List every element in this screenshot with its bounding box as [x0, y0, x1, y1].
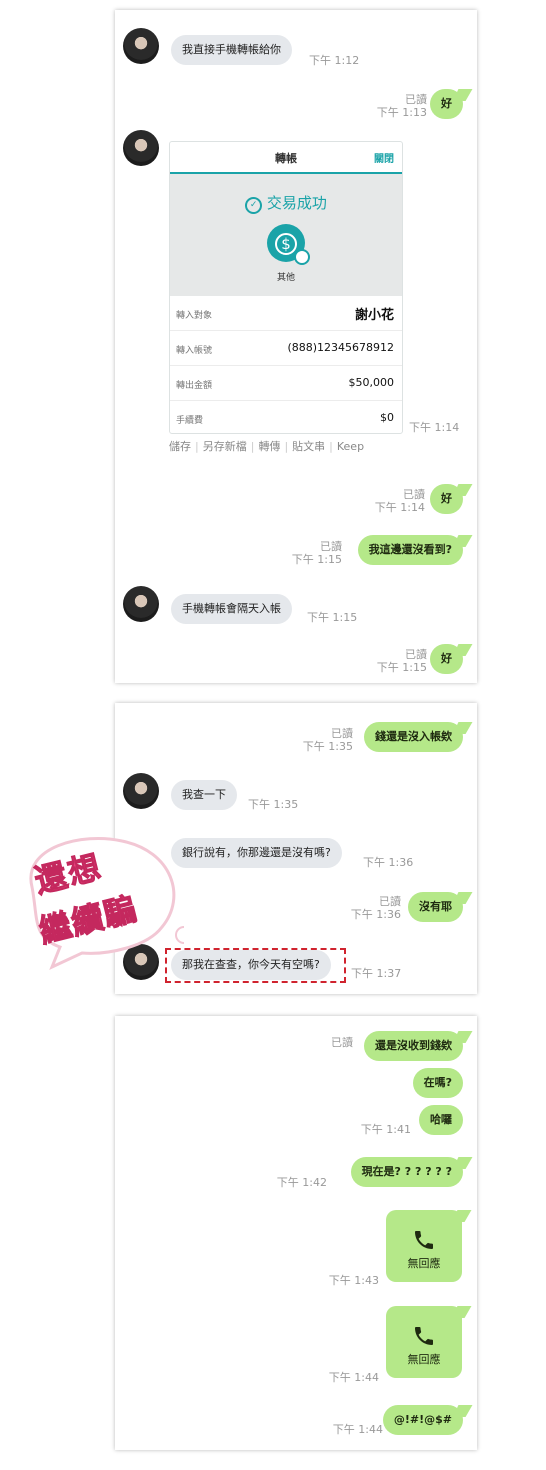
timestamp: 下午 1:42	[276, 1176, 327, 1189]
chat-panel-3: 已讀 還是沒收到錢欸 在嗎? 下午 1:41 哈囉 下午 1:42 現在是? ?…	[115, 1016, 477, 1450]
message-bubble-incoming: 我查一下	[171, 780, 237, 810]
timestamp: 下午 1:14	[374, 501, 425, 514]
message-bubble-outgoing: 還是沒收到錢欸	[364, 1031, 463, 1061]
read-receipt: 已讀	[405, 93, 427, 106]
detail-row: 轉入帳號 (888)12345678912	[170, 331, 402, 366]
row-value: 謝小花	[354, 308, 394, 323]
coin-icon	[267, 224, 310, 265]
action-keep[interactable]: Keep	[337, 440, 364, 453]
read-receipt: 已讀	[403, 488, 425, 501]
message-bubble-incoming: 手機轉帳會隔天入帳	[171, 594, 292, 624]
action-save-as[interactable]: 另存新檔	[203, 440, 247, 453]
message-bubble-outgoing: 我這邊還沒看到?	[357, 535, 463, 565]
card-title: 轉帳	[275, 152, 297, 165]
missed-call-bubble[interactable]: 無回應	[386, 1306, 462, 1378]
detail-row: 轉入對象 謝小花	[170, 296, 402, 331]
message-bubble-outgoing: @!#!@$#	[382, 1405, 463, 1435]
category-label: 其他	[276, 273, 295, 283]
timestamp: 下午 1:12	[309, 54, 360, 67]
chat-panel-1: 我直接手機轉帳給你 下午 1:12 已讀 下午 1:13 好 轉帳 關閉 ✓ 交…	[115, 10, 477, 683]
timestamp: 下午 1:44	[328, 1371, 379, 1384]
timestamp: 下午 1:37	[351, 967, 402, 980]
avatar[interactable]	[123, 130, 159, 166]
avatar[interactable]	[123, 773, 159, 809]
action-save[interactable]: 儲存	[169, 440, 191, 453]
image-action-bar: 儲存 | 另存新檔 | 轉傳 | 貼文串 | Keep	[169, 440, 365, 453]
timestamp: 下午 1:36	[363, 856, 414, 869]
status-text: 交易成功	[266, 194, 327, 212]
timestamp: 下午 1:44	[332, 1423, 383, 1436]
row-value: $0	[380, 411, 394, 424]
transaction-status: ✓ 交易成功	[170, 192, 402, 214]
row-value: $50,000	[348, 376, 395, 389]
read-receipt: 已讀	[405, 648, 427, 661]
read-receipt: 已讀	[379, 895, 401, 908]
transfer-receipt-card[interactable]: 轉帳 關閉 ✓ 交易成功 其他 轉入對象 謝小花 轉入帳號 (888)12345…	[169, 141, 403, 434]
close-button[interactable]: 關閉	[374, 150, 394, 165]
message-bubble-incoming: 銀行說有，你那邊還是沒有嗎?	[171, 838, 342, 868]
read-receipt: 已讀	[320, 540, 342, 553]
avatar[interactable]	[123, 28, 159, 64]
message-bubble-outgoing: 錢還是沒入帳欸	[364, 722, 463, 752]
timestamp: 下午 1:41	[360, 1123, 411, 1136]
detail-row: 轉出金額 $50,000	[170, 366, 402, 401]
status-area: ✓ 交易成功 其他	[170, 174, 402, 296]
timestamp: 下午 1:15	[291, 553, 342, 566]
row-label: 轉出金額	[176, 381, 213, 391]
timestamp: 下午 1:35	[302, 740, 353, 753]
message-bubble-outgoing: 哈囉	[419, 1105, 463, 1135]
timestamp: 下午 1:14	[409, 421, 460, 434]
message-bubble-outgoing: 好	[430, 484, 463, 514]
read-receipt: 已讀	[331, 1036, 353, 1049]
action-post[interactable]: 貼文串	[292, 440, 325, 453]
message-bubble-outgoing: 沒有耶	[408, 892, 463, 922]
message-bubble-incoming: 我直接手機轉帳給你	[171, 35, 292, 65]
phone-icon	[415, 1231, 433, 1249]
timestamp: 下午 1:36	[350, 908, 401, 921]
timestamp: 下午 1:43	[328, 1274, 379, 1287]
missed-call-bubble[interactable]: 無回應	[386, 1210, 462, 1282]
timestamp: 下午 1:15	[376, 661, 427, 674]
timestamp: 下午 1:35	[248, 798, 299, 811]
call-status-label: 無回應	[407, 1257, 441, 1270]
row-label: 轉入對象	[176, 311, 213, 321]
message-bubble-outgoing: 好	[430, 644, 463, 674]
detail-row: 手續費 $0	[170, 401, 402, 433]
message-bubble-outgoing: 在嗎?	[412, 1068, 463, 1098]
highlight-box	[165, 948, 346, 983]
avatar[interactable]	[123, 586, 159, 622]
row-label: 轉入帳號	[176, 346, 213, 356]
timestamp: 下午 1:13	[376, 106, 427, 119]
action-forward[interactable]: 轉傳	[258, 440, 280, 453]
callout-sticker: 還想 繼續騙	[12, 827, 203, 975]
message-bubble-outgoing: 好	[430, 89, 463, 119]
call-status-label: 無回應	[407, 1353, 441, 1366]
row-value: (888)12345678912	[287, 341, 394, 354]
phone-icon	[415, 1327, 433, 1345]
timestamp: 下午 1:15	[307, 611, 358, 624]
check-circle-icon: ✓	[245, 197, 263, 214]
read-receipt: 已讀	[331, 727, 353, 740]
row-label: 手續費	[176, 416, 204, 426]
card-header: 轉帳 關閉	[170, 142, 402, 174]
message-bubble-outgoing: 現在是? ? ? ? ? ?	[350, 1157, 463, 1187]
